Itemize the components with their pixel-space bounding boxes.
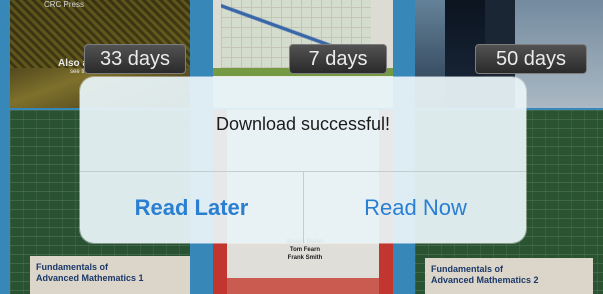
- read-later-button[interactable]: Read Later: [80, 172, 303, 243]
- read-now-button[interactable]: Read Now: [304, 172, 526, 243]
- download-alert-dialog: Download successful! Read Later Read Now: [80, 77, 526, 243]
- alert-message: Download successful!: [215, 113, 391, 134]
